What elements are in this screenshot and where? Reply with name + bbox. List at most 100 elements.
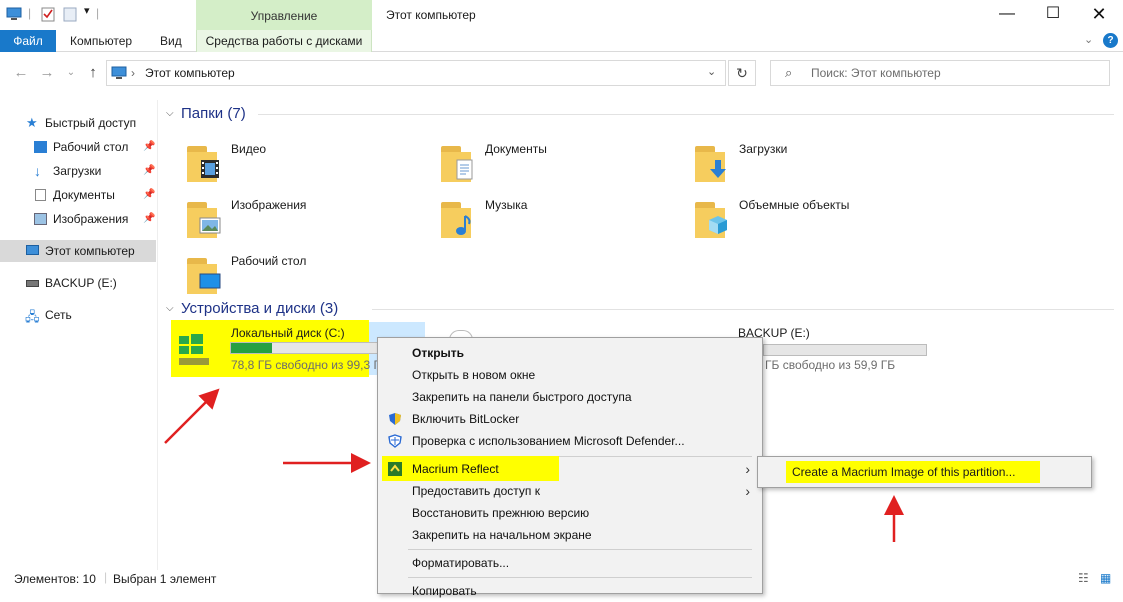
sidebar-label: Документы [53, 188, 115, 202]
tab-view[interactable]: Вид [160, 30, 182, 52]
tab-manage[interactable]: Управление [196, 0, 372, 30]
properties-icon[interactable] [40, 6, 56, 22]
details-view-icon[interactable]: ☷ [1078, 571, 1089, 585]
collapse-chevron-icon[interactable]: ⌵ [166, 303, 174, 314]
menu-item-macrium-reflect[interactable]: Macrium Reflect › [378, 456, 762, 481]
menu-label: Закрепить на панели быстрого доступа [412, 390, 632, 404]
computer-icon[interactable] [6, 6, 22, 22]
close-button[interactable]: ✕ [1076, 0, 1122, 30]
computer-icon [111, 66, 127, 79]
sidebar-item-backup[interactable]: BACKUP (E:) [0, 272, 156, 294]
pin-icon: 📌 [143, 189, 156, 200]
sidebar-label: Изображения [53, 212, 129, 226]
computer-icon [26, 245, 39, 255]
sidebar-item-this-pc[interactable]: Этот компьютер [0, 240, 156, 262]
minimize-button[interactable]: — [984, 0, 1030, 30]
folder-3d-objects[interactable]: Объемные объекты [693, 194, 933, 244]
pictures-folder-icon [185, 200, 225, 238]
drive-free-space: ГБ свободно из 59,9 ГБ [765, 358, 896, 372]
recent-chevron-icon[interactable]: ⌄ [62, 64, 80, 82]
shield-icon [389, 413, 401, 425]
menu-item-create-image[interactable]: Create a Macrium Image of this partition… [792, 465, 1015, 479]
help-icon[interactable]: ? [1103, 33, 1118, 48]
sidebar-item-desktop[interactable]: Рабочий стол 📌 [0, 136, 156, 158]
pin-icon: 📌 [143, 141, 156, 152]
sidebar-item-documents[interactable]: Документы 📌 [0, 184, 156, 206]
tiles-view-icon[interactable]: ▦ [1100, 571, 1111, 585]
menu-item-pin-quick-access[interactable]: Закрепить на панели быстрого доступа [378, 386, 762, 408]
sidebar-item-pictures[interactable]: Изображения 📌 [0, 208, 156, 230]
menu-item-open[interactable]: Открыть [378, 342, 762, 364]
menu-item-defender[interactable]: Проверка с использованием Microsoft Defe… [378, 430, 762, 452]
menu-label: Macrium Reflect [412, 462, 499, 476]
folder-video[interactable]: Видео [185, 138, 425, 188]
menu-item-bitlocker[interactable]: Включить BitLocker [378, 408, 762, 430]
customize-qa-icon[interactable]: ▾ [84, 4, 90, 17]
download-icon: ↓ [34, 163, 41, 179]
folder-label: Изображения [231, 198, 307, 212]
menu-item-open-new-window[interactable]: Открыть в новом окне [378, 364, 762, 386]
folder-documents[interactable]: Документы [439, 138, 679, 188]
folder-pictures[interactable]: Изображения [185, 194, 425, 244]
up-arrow-icon[interactable]: ↑ [84, 64, 102, 82]
address-path[interactable]: Этот компьютер [145, 66, 235, 80]
star-icon: ★ [26, 115, 38, 130]
menu-label: Закрепить на начальном экране [412, 528, 592, 542]
pin-icon: 📌 [143, 165, 156, 176]
navigation-pane: ★ Быстрый доступ Рабочий стол 📌 ↓ Загруз… [0, 100, 158, 570]
sidebar-item-downloads[interactable]: ↓ Загрузки 📌 [0, 160, 156, 182]
back-arrow-icon[interactable]: ← [12, 64, 30, 82]
menu-label: Проверка с использованием Microsoft Defe… [412, 434, 685, 448]
menu-item-copy[interactable]: Копировать [378, 580, 762, 602]
menu-label: Включить BitLocker [412, 412, 520, 426]
music-folder-icon [439, 200, 479, 238]
group-divider [372, 309, 1114, 310]
folder-music[interactable]: Музыка [439, 194, 679, 244]
menu-separator [408, 549, 752, 550]
menu-item-restore-version[interactable]: Восстановить прежнюю версию [378, 502, 762, 524]
sidebar-label: Быстрый доступ [45, 116, 137, 130]
folder-label: Объемные объекты [739, 198, 850, 212]
tab-computer[interactable]: Компьютер [70, 30, 132, 52]
forward-arrow-icon[interactable]: → [38, 64, 56, 82]
menu-item-format[interactable]: Форматировать... [378, 552, 762, 574]
folder-desktop[interactable]: Рабочий стол [185, 250, 425, 300]
downloads-folder-icon [693, 144, 733, 182]
desktop-icon [34, 141, 47, 153]
drive-label: Локальный диск (C:) [231, 326, 345, 340]
address-bar[interactable]: › Этот компьютер ⌄ [106, 60, 726, 86]
macrium-icon [388, 462, 402, 476]
search-box[interactable]: ⌕ Поиск: Этот компьютер [770, 60, 1110, 86]
expand-ribbon-icon[interactable]: ⌄ [1084, 33, 1093, 46]
folder-downloads[interactable]: Загрузки [693, 138, 933, 188]
folder-label: Рабочий стол [231, 254, 307, 268]
selection-count: Выбран 1 элемент [113, 572, 217, 586]
search-input[interactable]: Поиск: Этот компьютер [811, 66, 941, 80]
desktop-folder-icon [185, 256, 225, 294]
menu-label: Форматировать... [412, 556, 510, 570]
submenu-arrow-icon: › [745, 461, 750, 477]
group-title-folders[interactable]: Папки (7) [181, 105, 246, 122]
collapse-chevron-icon[interactable]: ⌵ [166, 108, 174, 119]
tab-file[interactable]: Файл [0, 30, 56, 52]
arrow-to-drive-c [164, 388, 220, 444]
menu-label: Восстановить прежнюю версию [412, 506, 590, 520]
pin-icon: 📌 [143, 213, 156, 224]
tab-disk-tools[interactable]: Средства работы с дисками [196, 30, 372, 52]
qa-divider: | [28, 6, 32, 20]
sidebar-item-quick-access[interactable]: ★ Быстрый доступ [0, 112, 156, 134]
maximize-button[interactable]: ☐ [1030, 0, 1076, 30]
menu-label: Открыть в новом окне [412, 368, 536, 382]
window-title: Этот компьютер [386, 8, 476, 22]
address-dropdown-icon[interactable]: ⌄ [707, 65, 716, 78]
menu-item-share[interactable]: Предоставить доступ к › [378, 480, 762, 502]
pictures-icon [34, 213, 47, 225]
group-title-drives[interactable]: Устройства и диски (3) [181, 300, 338, 317]
sidebar-item-network[interactable]: 🖧 Сеть [0, 304, 156, 326]
folder-label: Документы [485, 142, 547, 156]
new-folder-icon[interactable] [62, 6, 78, 22]
menu-item-pin-start[interactable]: Закрепить на начальном экране [378, 524, 762, 546]
menu-separator [408, 577, 752, 578]
3d-objects-folder-icon [693, 200, 733, 238]
refresh-button[interactable]: ↻ [728, 60, 756, 86]
